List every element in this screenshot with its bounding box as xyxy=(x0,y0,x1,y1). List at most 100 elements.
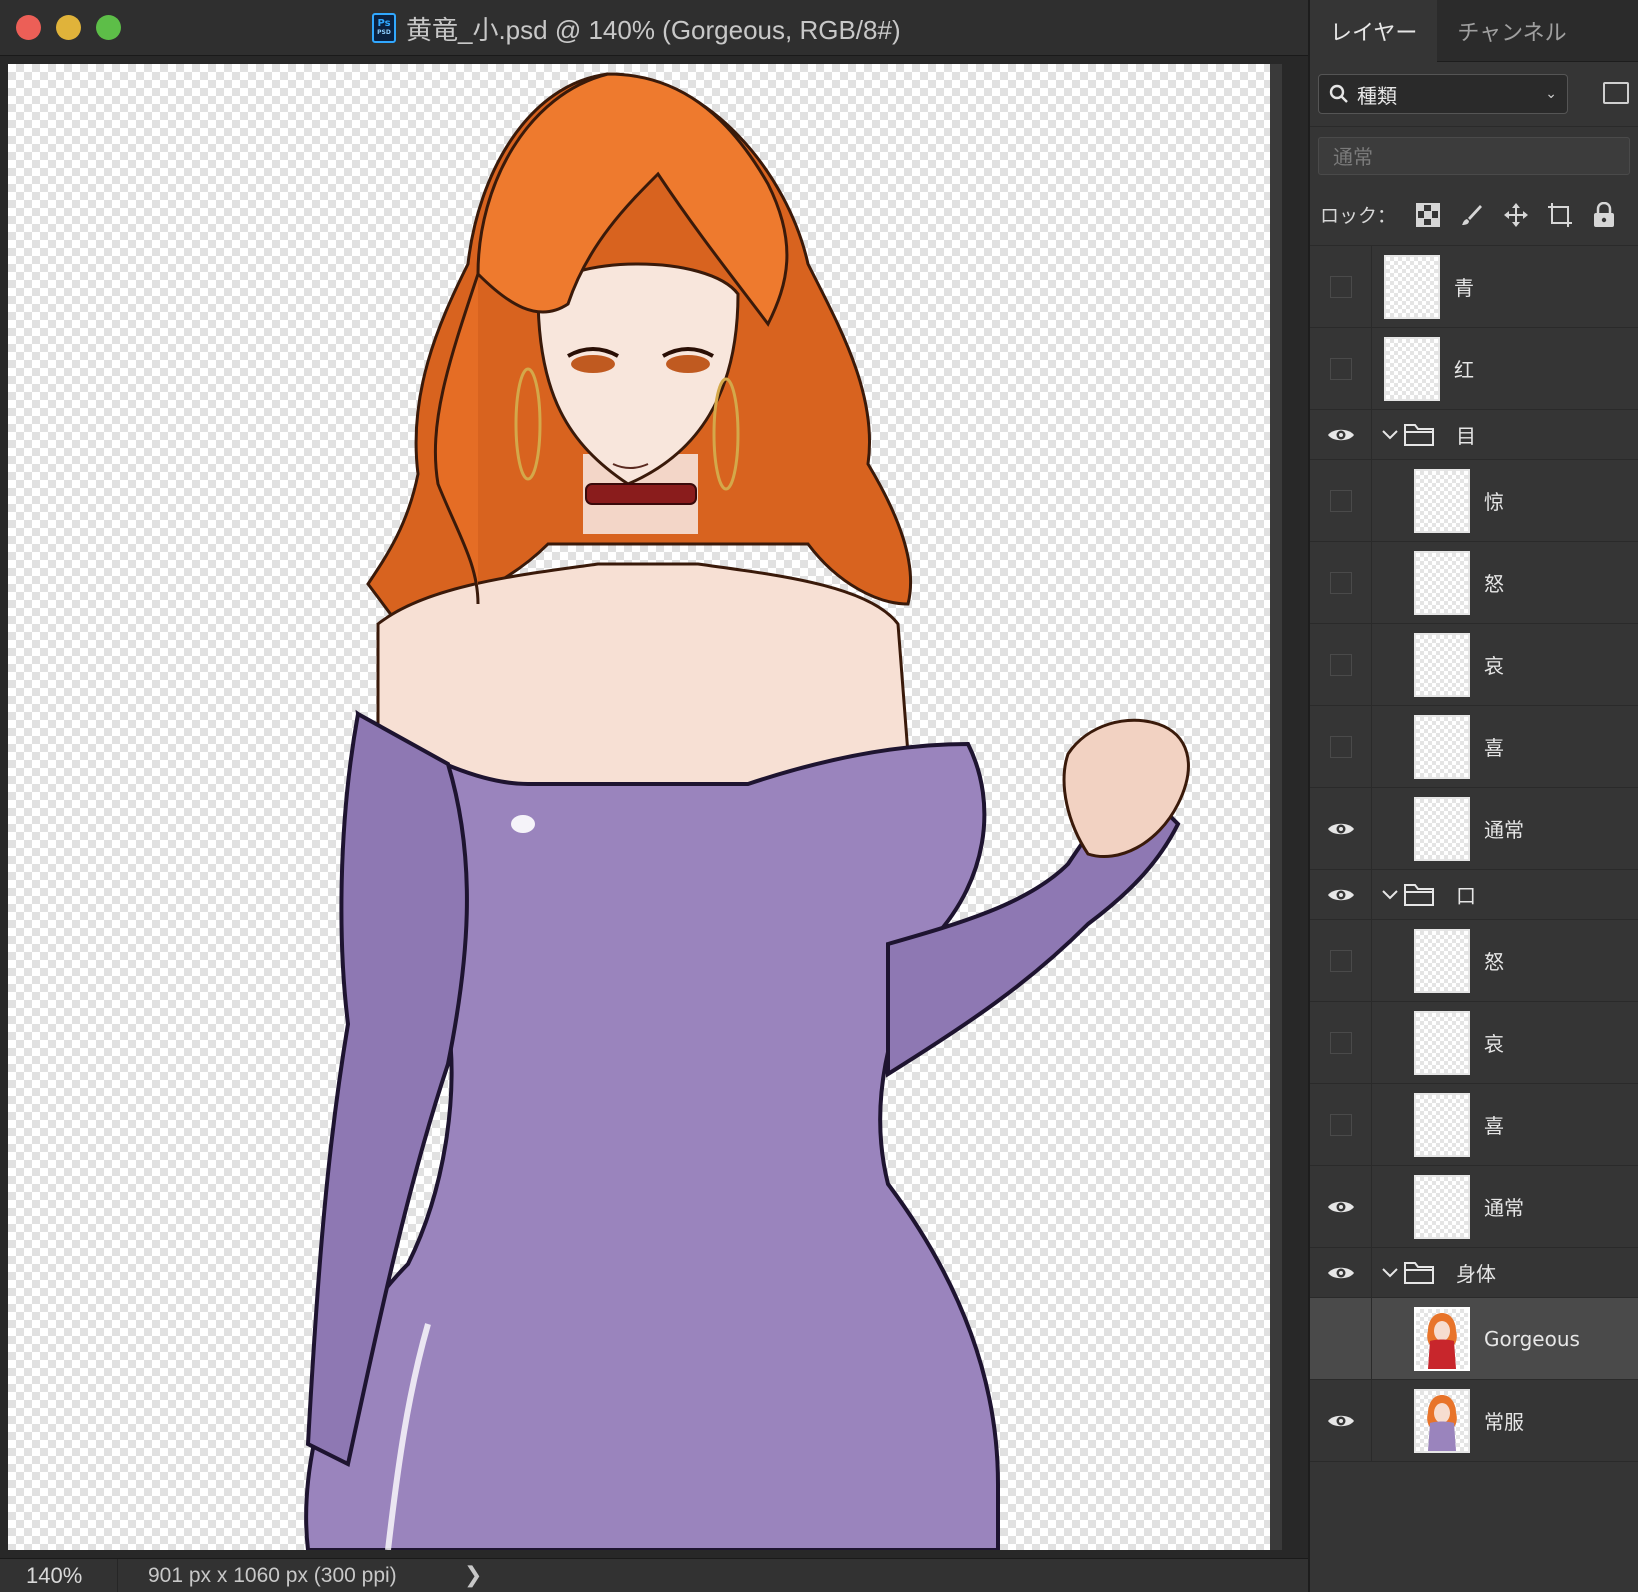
blend-mode-select[interactable]: 通常 xyxy=(1318,136,1630,175)
filter-kind-label: 種類 xyxy=(1357,83,1397,108)
visibility-toggle[interactable] xyxy=(1310,1166,1372,1247)
group-name: 目 xyxy=(1456,424,1476,448)
tab-layers[interactable]: レイヤー xyxy=(1310,0,1438,62)
visibility-toggle[interactable] xyxy=(1310,542,1372,623)
eye-icon xyxy=(1327,1415,1354,1426)
maximize-window-button[interactable] xyxy=(96,15,121,40)
layer-name: 通常 xyxy=(1484,1196,1524,1220)
layer-thumbnail xyxy=(1414,633,1470,697)
visibility-toggle[interactable] xyxy=(1310,706,1372,787)
visibility-toggle[interactable] xyxy=(1310,410,1372,459)
visibility-toggle[interactable] xyxy=(1310,788,1372,869)
portrait-thumbnail-icon xyxy=(1427,1395,1457,1451)
eye-icon xyxy=(1327,429,1354,440)
layer-name: Gorgeous xyxy=(1484,1326,1580,1351)
status-menu-arrow-icon[interactable]: ❯ xyxy=(464,1563,482,1588)
layer-filter-select[interactable]: 種類 ⌄ xyxy=(1318,74,1568,114)
search-icon xyxy=(1329,84,1348,103)
canvas-area[interactable] xyxy=(0,56,1308,1558)
minimize-window-button[interactable] xyxy=(56,15,81,40)
chevron-down-icon[interactable] xyxy=(1380,424,1400,444)
layer-row[interactable]: 青 xyxy=(1310,246,1638,328)
layer-thumbnail xyxy=(1384,255,1440,319)
layer-row[interactable]: 通常 xyxy=(1310,788,1638,870)
layer-row[interactable]: 哀 xyxy=(1310,1002,1638,1084)
visibility-toggle[interactable] xyxy=(1310,1298,1372,1379)
document-window: Ps PSD 黄竜_小.psd @ 140% (Gorgeous, RGB/8#… xyxy=(0,0,1308,1592)
layer-name: 青 xyxy=(1454,276,1474,300)
visibility-off-box xyxy=(1329,949,1352,972)
lock-image-pixels-brush-icon[interactable] xyxy=(1458,201,1486,229)
visibility-off-box xyxy=(1329,489,1352,512)
chevron-down-icon[interactable] xyxy=(1380,884,1400,904)
blend-mode-row: 通常 xyxy=(1310,126,1638,184)
eye-icon xyxy=(1327,823,1354,834)
layer-name: 红 xyxy=(1454,358,1474,382)
visibility-toggle[interactable] xyxy=(1310,460,1372,541)
layer-group-row[interactable]: 目 xyxy=(1310,410,1638,460)
layer-row[interactable]: 常服 xyxy=(1310,1380,1638,1462)
layer-row[interactable]: 哀 xyxy=(1310,624,1638,706)
lock-row: ロック： xyxy=(1310,184,1638,246)
layer-group-row[interactable]: 口 xyxy=(1310,870,1638,920)
visibility-off-box xyxy=(1329,571,1352,594)
group-name: 口 xyxy=(1456,884,1476,908)
chevron-down-icon[interactable] xyxy=(1380,1262,1400,1282)
title-bar[interactable]: Ps PSD 黄竜_小.psd @ 140% (Gorgeous, RGB/8#… xyxy=(0,0,1308,56)
portrait-thumbnail-icon xyxy=(1427,1313,1457,1369)
visibility-toggle[interactable] xyxy=(1310,1248,1372,1297)
layer-thumbnail xyxy=(1384,337,1440,401)
image-filter-icon[interactable] xyxy=(1603,82,1629,104)
visibility-off-box xyxy=(1329,1113,1352,1136)
layer-name: 通常 xyxy=(1484,818,1524,842)
visibility-toggle[interactable] xyxy=(1310,870,1372,919)
visibility-toggle[interactable] xyxy=(1310,246,1372,327)
layer-name: 哀 xyxy=(1484,1032,1504,1056)
layer-thumbnail xyxy=(1414,469,1470,533)
layers-list: 青 红 目 惊 怒 哀 喜 通常 口 怒 哀 喜 通常 身体 Gorgeous … xyxy=(1310,246,1638,1462)
lock-transparent-pixels-icon[interactable] xyxy=(1414,201,1442,229)
lock-position-move-icon[interactable] xyxy=(1502,201,1530,229)
visibility-toggle[interactable] xyxy=(1310,624,1372,705)
layer-row-selected[interactable]: Gorgeous xyxy=(1310,1298,1638,1380)
layer-row[interactable]: 通常 xyxy=(1310,1166,1638,1248)
layer-name: 喜 xyxy=(1484,736,1504,760)
layer-row[interactable]: 惊 xyxy=(1310,460,1638,542)
folder-icon xyxy=(1404,884,1434,906)
title-group: Ps PSD 黄竜_小.psd @ 140% (Gorgeous, RGB/8#… xyxy=(372,10,901,46)
zoom-level-field[interactable]: 140% xyxy=(0,1559,118,1592)
visibility-toggle[interactable] xyxy=(1310,328,1372,409)
layer-row[interactable]: 怒 xyxy=(1310,920,1638,1002)
close-window-button[interactable] xyxy=(16,15,41,40)
group-name: 身体 xyxy=(1456,1262,1496,1286)
image-canvas[interactable] xyxy=(8,64,1270,1550)
layer-name: 喜 xyxy=(1484,1114,1504,1138)
layer-row[interactable]: 红 xyxy=(1310,328,1638,410)
psd-file-icon: Ps PSD xyxy=(372,13,396,43)
layer-row[interactable]: 喜 xyxy=(1310,1084,1638,1166)
visibility-toggle[interactable] xyxy=(1310,1002,1372,1083)
chevron-down-icon: ⌄ xyxy=(1545,86,1557,102)
lock-artboard-icon[interactable] xyxy=(1546,201,1574,229)
layer-thumbnail xyxy=(1414,797,1470,861)
layer-thumbnail-portrait xyxy=(1414,1389,1470,1453)
layer-row[interactable]: 怒 xyxy=(1310,542,1638,624)
layer-name: 哀 xyxy=(1484,654,1504,678)
layer-thumbnail xyxy=(1414,929,1470,993)
tab-channels[interactable]: チャンネル xyxy=(1437,0,1586,62)
layers-panel: レイヤー チャンネル 種類 ⌄ 通常 ロック： 青 红 目 惊 怒 哀 喜 通常… xyxy=(1308,0,1638,1592)
status-bar: 140% 901 px x 1060 px (300 ppi) ❯ xyxy=(0,1558,1308,1592)
layer-thumbnail xyxy=(1414,715,1470,779)
layer-group-row[interactable]: 身体 xyxy=(1310,1248,1638,1298)
visibility-off-box xyxy=(1329,735,1352,758)
lock-all-padlock-icon[interactable] xyxy=(1590,201,1618,229)
visibility-off-box xyxy=(1329,357,1352,380)
visibility-toggle[interactable] xyxy=(1310,1084,1372,1165)
layer-thumbnail xyxy=(1414,1093,1470,1157)
visibility-toggle[interactable] xyxy=(1310,920,1372,1001)
visibility-off-box xyxy=(1329,653,1352,676)
visibility-toggle[interactable] xyxy=(1310,1380,1372,1461)
canvas-vertical-scrollbar[interactable] xyxy=(1270,64,1282,1550)
layer-row[interactable]: 喜 xyxy=(1310,706,1638,788)
eye-icon xyxy=(1327,889,1354,900)
